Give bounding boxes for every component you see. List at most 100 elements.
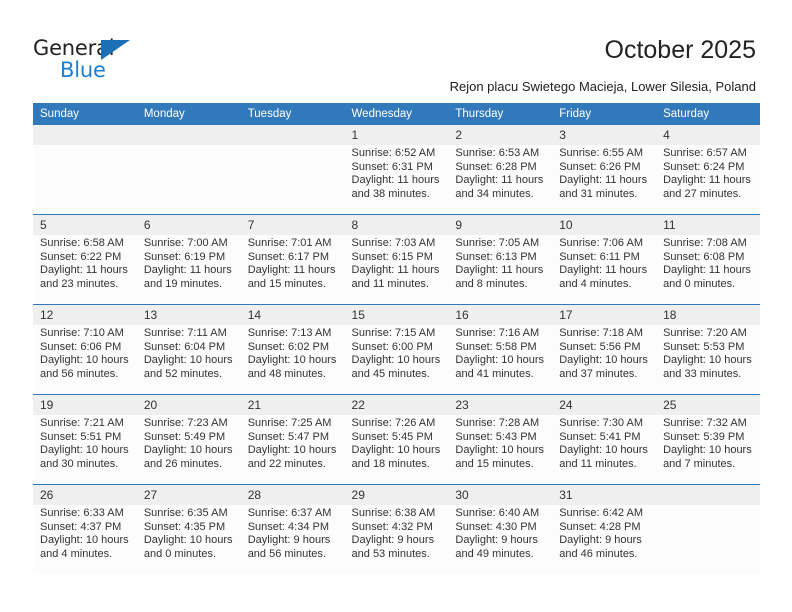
day-number[interactable]: 11	[656, 214, 760, 235]
day-number[interactable]: 21	[240, 394, 345, 415]
day-cell[interactable]: Sunrise: 6:35 AM Sunset: 4:35 PM Daylight:…	[136, 505, 241, 574]
day-number[interactable]: 16	[448, 304, 553, 325]
day-number[interactable]: 20	[136, 394, 241, 415]
day-cell[interactable]: Sunrise: 6:42 AM Sunset: 4:28 PM Daylight:…	[552, 505, 657, 574]
weekday-header-sunday: Sunday	[33, 103, 137, 125]
page-header: General Blue October 2025 Rejon placu Sw…	[0, 0, 792, 100]
day-number[interactable]: 1	[344, 125, 449, 145]
sunrise-text: Sunrise: 6:42 AM	[559, 507, 643, 519]
day-number[interactable]: 22	[344, 394, 449, 415]
daylight-text: Daylight: 11 hours	[559, 174, 648, 187]
day-number[interactable]: 14	[240, 304, 345, 325]
daylight-text: Daylight: 10 hours	[143, 534, 233, 547]
day-number[interactable]: 29	[344, 484, 449, 505]
day-cell[interactable]: Sunrise: 7:15 AM Sunset: 6:00 PM Daylight:…	[344, 325, 449, 395]
sunrise-text: Sunrise: 6:37 AM	[247, 507, 332, 519]
daylight-text: and 11 minutes.	[559, 457, 637, 470]
day-cell[interactable]: Sunrise: 7:32 AM Sunset: 5:39 PM Daylight:…	[656, 415, 760, 485]
day-number[interactable]: 26	[33, 484, 137, 505]
daylight-text: Daylight: 11 hours	[143, 264, 232, 277]
day-number[interactable]: 19	[33, 394, 137, 415]
day-cell[interactable]: Sunrise: 7:11 AM Sunset: 6:04 PM Daylight:…	[136, 325, 241, 395]
day-number[interactable]: 10	[552, 214, 657, 235]
day-number[interactable]: 28	[240, 484, 345, 505]
day-number[interactable]: 27	[136, 484, 241, 505]
day-cell[interactable]: Sunrise: 7:01 AM Sunset: 6:17 PM Daylight:…	[240, 235, 345, 305]
day-number[interactable]: 7	[240, 214, 345, 235]
day-number[interactable]: 24	[552, 394, 657, 415]
day-number[interactable]: 12	[33, 304, 137, 325]
day-cell[interactable]: Sunrise: 7:23 AM Sunset: 5:49 PM Daylight:…	[136, 415, 241, 485]
daylight-text: Daylight: 10 hours	[559, 354, 648, 367]
day-cell[interactable]: Sunrise: 7:08 AM Sunset: 6:08 PM Daylight:…	[656, 235, 760, 305]
day-number[interactable]: 31	[552, 484, 657, 505]
day-cell[interactable]: Sunrise: 7:06 AM Sunset: 6:11 PM Daylight:…	[552, 235, 657, 305]
day-cell[interactable]: Sunrise: 7:21 AM Sunset: 5:51 PM Daylight:…	[33, 415, 137, 485]
day-cell[interactable]: Sunrise: 6:40 AM Sunset: 4:30 PM Daylight:…	[448, 505, 553, 574]
day-number[interactable]: 15	[344, 304, 449, 325]
day-cell[interactable]: Sunrise: 7:30 AM Sunset: 5:41 PM Daylight:…	[552, 415, 657, 485]
daylight-text: Daylight: 11 hours	[351, 264, 440, 277]
daylight-text: and 56 minutes.	[40, 367, 119, 380]
day-cell[interactable]: Sunrise: 7:25 AM Sunset: 5:47 PM Daylight:…	[240, 415, 345, 485]
day-cell[interactable]: Sunrise: 7:28 AM Sunset: 5:43 PM Daylight:…	[448, 415, 553, 485]
day-cell[interactable]: Sunrise: 6:55 AM Sunset: 6:26 PM Daylight:…	[552, 145, 657, 215]
day-number-empty	[136, 125, 241, 145]
sunrise-text: Sunrise: 6:40 AM	[455, 507, 540, 519]
weekday-header-saturday: Saturday	[656, 103, 760, 125]
day-cell[interactable]: Sunrise: 7:13 AM Sunset: 6:02 PM Daylight:…	[240, 325, 345, 395]
day-cell[interactable]: Sunrise: 7:16 AM Sunset: 5:58 PM Daylight:…	[448, 325, 553, 395]
daylight-text: and 18 minutes.	[351, 457, 430, 470]
sunrise-text: Sunrise: 6:33 AM	[40, 507, 124, 519]
day-cell[interactable]: Sunrise: 6:37 AM Sunset: 4:34 PM Daylight:…	[240, 505, 345, 574]
daylight-text: and 4 minutes.	[559, 277, 632, 290]
day-cell[interactable]: Sunrise: 7:03 AM Sunset: 6:15 PM Daylight:…	[344, 235, 449, 305]
day-cell[interactable]: Sunrise: 6:52 AM Sunset: 6:31 PM Daylight:…	[344, 145, 449, 215]
logo-triangle-icon	[101, 40, 130, 60]
day-cell[interactable]: Sunrise: 6:53 AM Sunset: 6:28 PM Daylight:…	[448, 145, 553, 215]
day-cell[interactable]: Sunrise: 7:10 AM Sunset: 6:06 PM Daylight:…	[33, 325, 137, 395]
day-number[interactable]: 5	[33, 214, 137, 235]
day-number[interactable]: 4	[656, 125, 760, 145]
day-number[interactable]: 30	[448, 484, 553, 505]
day-number-empty	[240, 125, 345, 145]
day-number[interactable]: 13	[136, 304, 241, 325]
sunrise-text: Sunrise: 7:21 AM	[40, 417, 124, 429]
daylight-text: Daylight: 9 hours	[455, 534, 538, 547]
day-cell[interactable]: Sunrise: 6:58 AM Sunset: 6:22 PM Daylight:…	[33, 235, 137, 305]
general-blue-logo[interactable]: General Blue	[33, 36, 233, 84]
daylight-text: and 15 minutes.	[455, 457, 534, 470]
day-number[interactable]: 8	[344, 214, 449, 235]
daylight-text: and 19 minutes.	[143, 277, 223, 290]
day-cell[interactable]: Sunrise: 7:05 AM Sunset: 6:13 PM Daylight:…	[448, 235, 553, 305]
day-number-empty	[33, 125, 137, 145]
sunset-text: Sunset: 6:26 PM	[559, 160, 641, 173]
daylight-text: and 27 minutes.	[663, 187, 742, 200]
day-cell[interactable]: Sunrise: 7:18 AM Sunset: 5:56 PM Daylight:…	[552, 325, 657, 395]
daylight-text: Daylight: 11 hours	[247, 264, 336, 277]
day-cell-empty	[136, 145, 241, 215]
day-cell[interactable]: Sunrise: 6:57 AM Sunset: 6:24 PM Daylight:…	[656, 145, 760, 215]
day-number[interactable]: 9	[448, 214, 553, 235]
daylight-text: and 38 minutes.	[351, 187, 430, 200]
day-number[interactable]: 25	[656, 394, 760, 415]
day-number[interactable]: 3	[552, 125, 657, 145]
day-cell[interactable]: Sunrise: 7:26 AM Sunset: 5:45 PM Daylight:…	[344, 415, 449, 485]
sunrise-text: Sunrise: 6:53 AM	[455, 147, 540, 159]
sunset-text: Sunset: 4:35 PM	[143, 520, 226, 533]
day-number[interactable]: 23	[448, 394, 553, 415]
day-number[interactable]: 17	[552, 304, 657, 325]
sunset-text: Sunset: 6:22 PM	[40, 250, 122, 263]
day-cell[interactable]: Sunrise: 6:38 AM Sunset: 4:32 PM Daylight:…	[344, 505, 449, 574]
sunrise-text: Sunrise: 7:23 AM	[143, 417, 228, 429]
daylight-text: and 53 minutes.	[351, 547, 430, 560]
day-cell[interactable]: Sunrise: 6:33 AM Sunset: 4:37 PM Daylight:…	[33, 505, 137, 574]
sunset-text: Sunset: 5:53 PM	[663, 340, 745, 353]
day-number[interactable]: 18	[656, 304, 760, 325]
day-cell[interactable]: Sunrise: 7:00 AM Sunset: 6:19 PM Daylight:…	[136, 235, 241, 305]
sunset-text: Sunset: 5:47 PM	[247, 430, 330, 443]
day-number[interactable]: 2	[448, 125, 553, 145]
day-cell[interactable]: Sunrise: 7:20 AM Sunset: 5:53 PM Daylight:…	[656, 325, 760, 395]
daylight-text: and 11 minutes.	[351, 277, 429, 290]
day-number[interactable]: 6	[136, 214, 241, 235]
